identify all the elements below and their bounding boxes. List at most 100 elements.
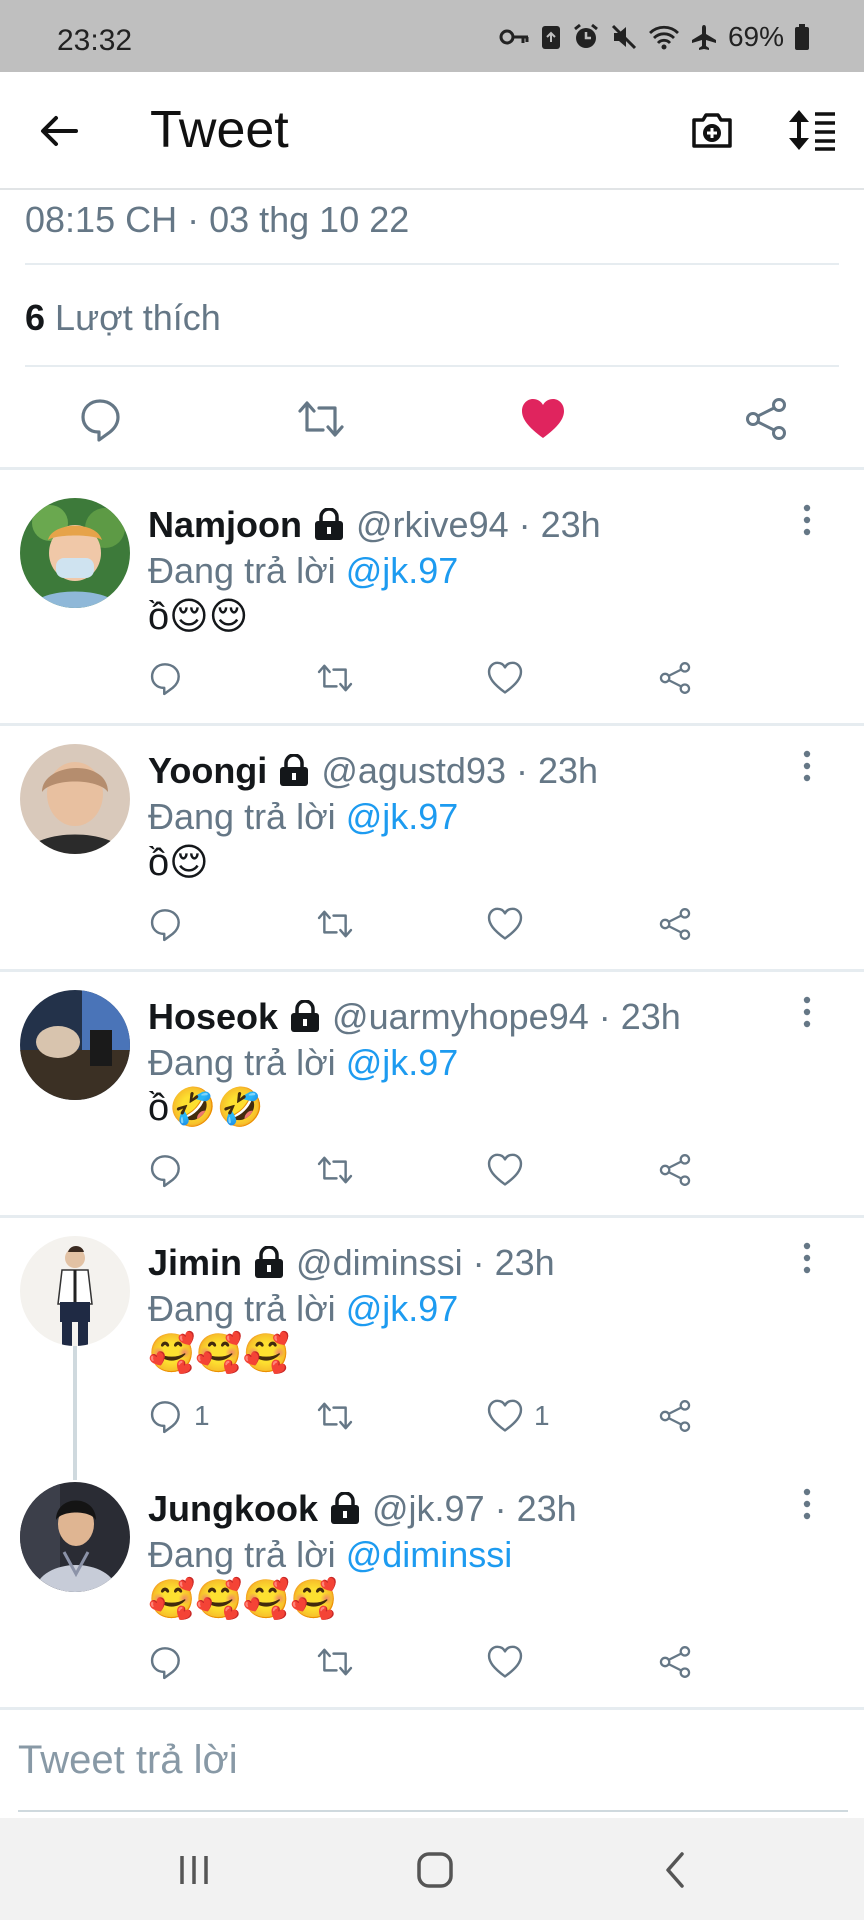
status-bar: 23:32 69% <box>0 0 864 72</box>
tweet-action-bar <box>0 380 864 460</box>
author-name[interactable]: Jungkook <box>148 1488 318 1530</box>
reply-header: Hoseok @uarmyhope94 · 23h <box>148 996 681 1038</box>
reply-icon[interactable] <box>75 394 125 444</box>
more-options-icon[interactable] <box>794 1240 820 1276</box>
author-name[interactable]: Namjoon <box>148 504 302 546</box>
reply-header: Jimin @diminssi · 23h <box>148 1242 555 1284</box>
reply-header: Yoongi @agustd93 · 23h <box>148 750 598 792</box>
reply-button[interactable] <box>146 658 194 698</box>
camera-add-icon[interactable] <box>688 106 736 154</box>
battery-icon <box>795 24 809 50</box>
share-button[interactable] <box>656 1642 694 1682</box>
top-app-bar: Tweet <box>0 72 864 190</box>
more-options-icon[interactable] <box>794 502 820 538</box>
likes-count: 6 <box>25 297 46 338</box>
back-icon[interactable] <box>654 1848 698 1892</box>
reply-actions <box>0 658 864 702</box>
retweet-icon <box>317 664 353 692</box>
replying-to-mention[interactable]: @jk.97 <box>346 796 459 837</box>
status-icons: 69% <box>498 21 810 52</box>
heart-icon <box>487 1153 523 1186</box>
replying-to-label: Đang trả lời <box>148 1288 346 1329</box>
system-nav-bar <box>0 1818 864 1920</box>
heart-icon <box>487 661 523 694</box>
more-options-icon[interactable] <box>794 748 820 784</box>
heart-icon <box>487 1645 523 1678</box>
replying-to: Đang trả lời @jk.97 <box>148 550 458 592</box>
tweet-text: ồ😌😌 <box>148 596 249 638</box>
author-name[interactable]: Yoongi <box>148 750 267 792</box>
reply-tweet[interactable]: Yoongi @agustd93 · 23h Đang trả lời @jk.… <box>0 718 864 962</box>
reply-tweet[interactable]: Jungkook @jk.97 · 23h Đang trả lời @dimi… <box>0 1456 864 1700</box>
author-name[interactable]: Hoseok <box>148 996 278 1038</box>
retweet-icon <box>317 1648 353 1676</box>
lock-icon <box>280 754 309 786</box>
reply-icon <box>150 1401 180 1434</box>
reply-tweet[interactable]: Hoseok @uarmyhope94 · 23h Đang trả lời @… <box>0 964 864 1208</box>
replying-to-mention[interactable]: @diminssi <box>346 1534 513 1575</box>
avatar[interactable] <box>20 744 130 854</box>
retweet-button[interactable] <box>316 1642 354 1682</box>
author-handle-time: @diminssi · 23h <box>296 1242 555 1283</box>
replying-to-mention[interactable]: @jk.97 <box>346 550 459 591</box>
avatar[interactable] <box>20 1482 130 1592</box>
retweet-button[interactable] <box>316 1396 354 1436</box>
reply-button[interactable] <box>146 1642 194 1682</box>
share-icon[interactable] <box>741 394 791 444</box>
replying-to-label: Đang trả lời <box>148 550 346 591</box>
more-options-icon[interactable] <box>794 1486 820 1522</box>
like-button[interactable] <box>486 1150 534 1190</box>
sort-icon[interactable] <box>786 106 838 154</box>
replying-to-mention[interactable]: @jk.97 <box>346 1288 459 1329</box>
reply-icon <box>150 909 180 942</box>
reply-header: Namjoon @rkive94 · 23h <box>148 504 601 546</box>
avatar[interactable] <box>20 1236 130 1346</box>
tweet-timestamp: 08:15 CH · 03 thg 10 22 <box>25 199 410 240</box>
author-name[interactable]: Jimin <box>148 1242 242 1284</box>
reply-button[interactable] <box>146 904 194 944</box>
retweet-button[interactable] <box>316 658 354 698</box>
share-button[interactable] <box>656 1396 694 1436</box>
like-button[interactable] <box>486 1642 534 1682</box>
wifi-icon <box>648 25 679 50</box>
avatar[interactable] <box>20 990 130 1100</box>
share-button[interactable] <box>656 904 694 944</box>
retweet-button[interactable] <box>316 1150 354 1190</box>
tweet-text: 🥰🥰🥰 <box>148 1333 290 1375</box>
share-icon <box>659 662 691 694</box>
page-title: Tweet <box>150 101 289 159</box>
reply-actions <box>0 904 864 948</box>
lock-icon <box>315 508 344 540</box>
lock-icon <box>291 1000 320 1032</box>
reply-tweet[interactable]: Jimin @diminssi · 23h Đang trả lời @jk.9… <box>0 1210 864 1454</box>
reply-input[interactable]: Tweet trả lời <box>18 1738 238 1783</box>
replying-to-label: Đang trả lời <box>148 1534 346 1575</box>
reply-tweet[interactable]: Namjoon @rkive94 · 23h Đang trả lời @jk.… <box>0 472 864 716</box>
share-button[interactable] <box>656 658 694 698</box>
key-icon <box>499 29 529 45</box>
reply-button[interactable]: 1 <box>146 1396 210 1436</box>
recycle-icon <box>541 26 560 49</box>
home-icon[interactable] <box>413 1848 457 1892</box>
lock-icon <box>255 1246 284 1278</box>
avatar[interactable] <box>20 498 130 608</box>
recents-icon[interactable] <box>172 1848 216 1892</box>
back-arrow-icon[interactable] <box>36 108 82 154</box>
heart-icon <box>487 1399 523 1432</box>
replying-to-mention[interactable]: @jk.97 <box>346 1042 459 1083</box>
share-button[interactable] <box>656 1150 694 1190</box>
retweet-icon[interactable] <box>296 394 346 444</box>
tweet-text: ồ🤣🤣 <box>148 1087 264 1129</box>
status-time: 23:32 <box>57 24 133 57</box>
heart-filled-icon[interactable] <box>518 394 568 444</box>
more-options-icon[interactable] <box>794 994 820 1030</box>
reply-button[interactable] <box>146 1150 194 1190</box>
like-button[interactable] <box>486 658 534 698</box>
like-button[interactable] <box>486 904 534 944</box>
like-button[interactable]: 1 <box>486 1396 550 1436</box>
author-handle-time: @uarmyhope94 · 23h <box>332 996 681 1037</box>
lock-icon <box>331 1492 360 1524</box>
divider <box>0 1707 864 1710</box>
retweet-button[interactable] <box>316 904 354 944</box>
likes-summary[interactable]: 6 Lượt thích <box>25 297 221 339</box>
